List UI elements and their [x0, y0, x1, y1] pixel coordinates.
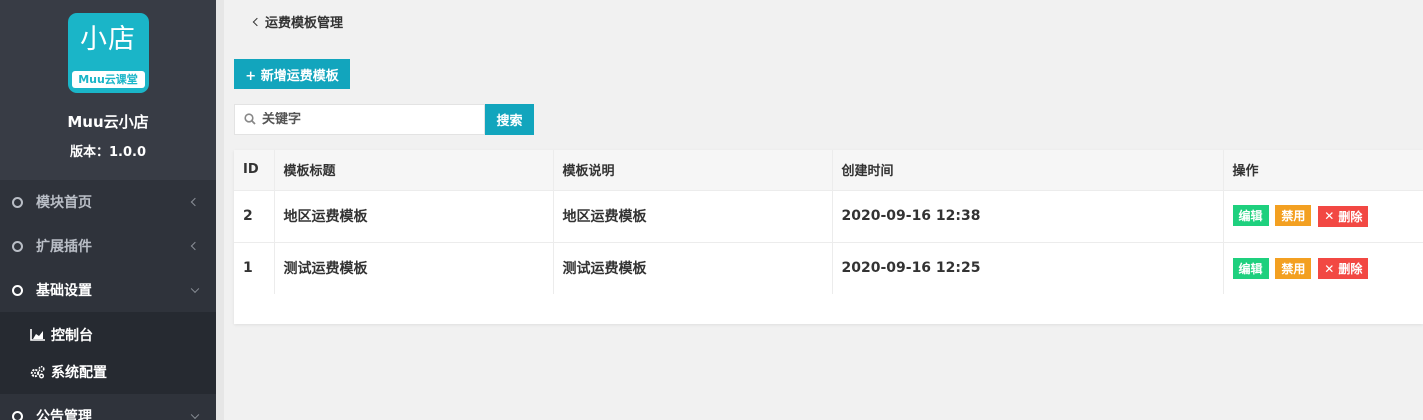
cell-actions: 编辑 禁用 ✕ 删除 — [1223, 189, 1423, 242]
sidebar: 小店 Muu云课堂 Muu云小店 版本：1.0.0 模块首页 扩展插件 基础设置… — [0, 0, 216, 420]
main-content: 运费模板管理 + 新增运费模板 搜索 ID 模板标题 模板说明 创建时间 操作 — [216, 0, 1423, 420]
delete-label: 删除 — [1338, 209, 1363, 224]
table-row: 1 测试运费模板 测试运费模板 2020-09-16 12:25 编辑 禁用 ✕… — [234, 241, 1423, 294]
circle-icon — [12, 284, 23, 296]
circle-icon — [12, 196, 23, 208]
delete-button[interactable]: ✕ 删除 — [1318, 258, 1369, 279]
circle-icon — [12, 240, 23, 252]
cell-title: 测试运费模板 — [274, 241, 554, 294]
column-header-title: 模板标题 — [274, 150, 554, 190]
nav-item-label: 基础设置 — [36, 283, 92, 299]
cell-id: 2 — [234, 189, 275, 242]
search-box — [234, 104, 485, 135]
breadcrumb-back[interactable]: 运费模板管理 — [252, 12, 344, 31]
close-icon: ✕ — [1324, 209, 1335, 224]
sub-item-label: 控制台 — [51, 327, 93, 344]
sub-item-label: 系统配置 — [51, 364, 107, 381]
page-title: 运费模板管理 — [265, 16, 344, 31]
chevron-left-icon — [190, 241, 200, 251]
brand-area: 小店 Muu云课堂 Muu云小店 版本：1.0.0 — [0, 0, 216, 180]
cell-title: 地区运费模板 — [274, 189, 554, 242]
chevron-left-icon — [190, 197, 200, 207]
cell-desc: 地区运费模板 — [553, 189, 833, 242]
edit-button[interactable]: 编辑 — [1232, 257, 1269, 279]
disable-button[interactable]: 禁用 — [1275, 205, 1312, 227]
cell-actions: 编辑 禁用 ✕ 删除 — [1223, 241, 1423, 294]
chevron-down-icon — [190, 284, 200, 294]
app-name: Muu云小店 — [67, 113, 149, 131]
app-version: 版本：1.0.0 — [69, 145, 146, 160]
app-logo[interactable]: 小店 Muu云课堂 — [67, 13, 149, 93]
table-header-row: ID 模板标题 模板说明 创建时间 操作 — [234, 150, 1423, 190]
table-row: 2 地区运费模板 地区运费模板 2020-09-16 12:38 编辑 禁用 ✕… — [234, 189, 1423, 242]
template-table: ID 模板标题 模板说明 创建时间 操作 2 地区运费模板 地区运费模板 202… — [234, 150, 1423, 294]
disable-button[interactable]: 禁用 — [1275, 257, 1312, 279]
sub-item-system-config[interactable]: 系统配置 — [0, 353, 216, 390]
nav-item-label: 扩展插件 — [36, 239, 92, 255]
template-table-panel: ID 模板标题 模板说明 创建时间 操作 2 地区运费模板 地区运费模板 202… — [234, 150, 1423, 324]
area-chart-icon — [30, 328, 46, 342]
circle-icon — [12, 410, 23, 420]
cell-desc: 测试运费模板 — [553, 241, 833, 294]
chevron-left-icon — [252, 17, 262, 26]
edit-button[interactable]: 编辑 — [1232, 205, 1269, 227]
nav-item-label: 公告管理 — [36, 409, 92, 420]
logo-main-text: 小店 — [80, 24, 136, 55]
basic-settings-submenu: 控制台 系统配置 — [0, 312, 216, 394]
close-icon: ✕ — [1324, 261, 1335, 276]
nav-item-plugins[interactable]: 扩展插件 — [0, 224, 216, 268]
chevron-down-icon — [190, 410, 200, 420]
column-header-desc: 模板说明 — [553, 150, 833, 190]
column-header-time: 创建时间 — [832, 150, 1224, 190]
search-button[interactable]: 搜索 — [485, 104, 534, 135]
nav-item-label: 模块首页 — [36, 195, 92, 211]
cell-time: 2020-09-16 12:25 — [832, 241, 1224, 294]
logo-sub-text: Muu云课堂 — [71, 71, 145, 88]
cell-time: 2020-09-16 12:38 — [832, 189, 1224, 242]
gears-icon — [30, 365, 46, 379]
sub-item-dashboard[interactable]: 控制台 — [0, 316, 216, 353]
nav-item-basic-settings[interactable]: 基础设置 — [0, 268, 216, 312]
column-header-actions: 操作 — [1232, 164, 1259, 180]
delete-button[interactable]: ✕ 删除 — [1318, 205, 1369, 227]
cell-id: 1 — [234, 241, 275, 294]
search-bar: 搜索 — [234, 104, 534, 135]
add-template-button[interactable]: + 新增运费模板 — [234, 59, 350, 89]
delete-label: 删除 — [1338, 262, 1363, 276]
search-icon — [244, 110, 256, 129]
column-header-id: ID — [234, 150, 275, 190]
search-input[interactable] — [262, 112, 462, 127]
nav-item-module-home[interactable]: 模块首页 — [0, 180, 216, 224]
nav-item-announcements[interactable]: 公告管理 — [0, 394, 216, 420]
